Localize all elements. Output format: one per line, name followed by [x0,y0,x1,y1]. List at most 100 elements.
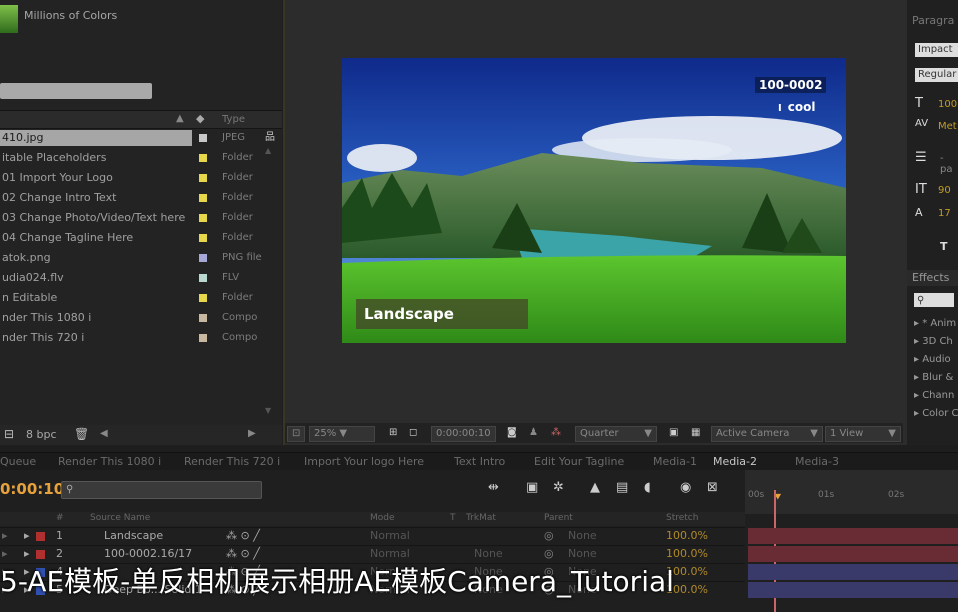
faux-bold-icon[interactable]: T [940,240,948,253]
timeline-tab[interactable]: Media-1 [653,455,697,468]
timeline-timecode[interactable]: 0:00:10 [0,480,64,498]
comp-mini-flowchart-icon[interactable]: ⇹ [488,480,499,495]
always-preview-icon[interactable]: ⊡ [287,426,306,442]
label-color-swatch[interactable] [199,234,207,242]
show-snapshot-icon[interactable]: ♟ [525,426,542,440]
vertical-scale-value[interactable]: 90 [938,185,951,196]
live-update-icon[interactable]: ▣ [526,480,538,495]
scroll-up-arrow-icon[interactable]: ▲ [265,146,271,155]
label-color-swatch[interactable] [199,274,207,282]
font-style-select[interactable]: Regular [915,68,958,82]
stroke-option[interactable]: - pa [940,153,958,175]
view-layout-select[interactable]: 1 View ▼ [825,426,901,442]
layer-row[interactable]: ▸ ▸ 1 Landscape ⁂ ⊙ ╱ Normal ◎ None 100.0% [0,527,745,546]
kerning-value[interactable]: Met [938,121,957,132]
effects-category[interactable]: ▸ Chann [914,390,954,401]
column-source-name[interactable]: Source Name [90,513,150,523]
channels-icon[interactable]: ⁂ [547,426,565,440]
project-item[interactable]: 03 Change Photo/Video/Text here Folder [0,208,282,228]
layer-stretch[interactable]: 100.0% [666,529,708,542]
project-item[interactable]: n Editable Folder [0,288,282,308]
mask-visibility-icon[interactable]: ◻ [405,426,421,440]
graph-editor-icon[interactable]: ◉ [680,480,691,495]
pickwhip-icon[interactable]: ◎ [544,547,554,560]
font-family-select[interactable]: Impact [915,43,958,57]
timeline-tab[interactable]: Text Intro [454,455,505,468]
brainstorm-icon[interactable]: ⊠ [707,480,718,495]
layer-name[interactable]: 100-0002.16/17 [104,547,192,560]
column-type[interactable]: Type [222,114,245,125]
trash-icon[interactable]: 🗑 [74,427,89,441]
sort-arrow-icon[interactable]: ▲ [176,113,184,124]
timeline-tab[interactable]: Render This 1080 i [58,455,161,468]
timeline-tab[interactable]: Edit Your Tagline [534,455,624,468]
layer-trkmat[interactable]: None [474,547,503,560]
font-size-value[interactable]: 100 [938,99,957,110]
layer-name[interactable]: Landscape [104,529,163,542]
effects-category[interactable]: ▸ * Anim [914,318,956,329]
label-color-swatch[interactable] [199,294,207,302]
project-search-input[interactable] [0,83,152,99]
pickwhip-icon[interactable]: ◎ [544,529,554,542]
column-mode[interactable]: Mode [370,513,395,523]
resolution-select[interactable]: Quarter ▼ [575,426,657,442]
expand-layer-icon[interactable]: ▸ [24,529,30,542]
shy-switch-icon[interactable]: ⁂ ⊙ ╱ [226,529,260,542]
scroll-left-arrow-icon[interactable]: ◀ [100,428,108,439]
current-time-display[interactable]: 0:00:00:10 [431,426,496,442]
label-color-swatch[interactable] [199,334,207,342]
frame-blending-icon[interactable]: ▤ [616,480,628,495]
layer-mode[interactable]: Normal [370,547,410,560]
transparency-grid-icon[interactable]: ▦ [687,426,704,440]
region-of-interest-icon[interactable]: ▣ [665,426,682,440]
eye-icon[interactable]: ▸ [2,529,8,542]
column-parent[interactable]: Parent [544,513,573,523]
project-item[interactable]: atok.png PNG file [0,248,282,268]
interpret-footage-icon[interactable]: ⊟ [4,427,14,441]
timeline-search-input[interactable]: ⚲ [61,481,262,499]
layer-parent[interactable]: None [568,547,597,560]
timeline-tab[interactable]: Import Your logo Here [304,455,424,468]
effects-category[interactable]: ▸ 3D Ch [914,336,953,347]
magnification-select[interactable]: 25% ▼ [309,426,375,442]
layer-label-swatch[interactable] [36,532,45,541]
expand-layer-icon[interactable]: ▸ [24,547,30,560]
motion-blur-icon[interactable]: ◖ [644,480,651,495]
timeline-tab[interactable]: Media-3 [795,455,839,468]
hide-shy-layers-icon[interactable]: ▲ [590,480,600,495]
layer-parent[interactable]: None [568,529,597,542]
bit-depth-button[interactable]: 8 bpc [26,428,57,441]
label-color-swatch[interactable] [199,314,207,322]
baseline-shift-value[interactable]: 17 [938,208,951,219]
snapshot-icon[interactable]: ◙ [503,426,521,440]
draft-3d-icon[interactable]: ✲ [553,480,564,495]
effects-category[interactable]: ▸ Color C [914,408,958,419]
timeline-tab[interactable]: Queue [0,455,36,468]
project-item[interactable]: 02 Change Intro Text Folder [0,188,282,208]
paragraph-tab[interactable]: Paragra [912,14,954,27]
label-color-swatch[interactable] [199,214,207,222]
timeline-tab[interactable]: Media-2 [713,455,757,468]
layer-stretch[interactable]: 100.0% [666,547,708,560]
layer-mode[interactable]: Normal [370,529,410,542]
layer-duration-bar[interactable] [748,528,958,544]
scroll-down-arrow-icon[interactable]: ▼ [265,406,271,415]
column-trkmat[interactable]: TrkMat [466,513,496,523]
project-item[interactable]: nder This 720 i Compo [0,328,282,348]
column-stretch[interactable]: Stretch [666,513,698,523]
shy-switch-icon[interactable]: ⁂ ⊙ ╱ [226,547,260,560]
effects-category[interactable]: ▸ Blur & [914,372,953,383]
project-scrollbar[interactable]: 品 ▲ ▼ [263,128,277,415]
effects-panel-title[interactable]: Effects [907,270,958,286]
project-item[interactable]: 01 Import Your Logo Folder [0,168,282,188]
effects-category[interactable]: ▸ Audio [914,354,951,365]
effects-search-input[interactable]: ⚲ [914,293,954,307]
project-item[interactable]: itable Placeholders Folder [0,148,282,168]
scroll-right-arrow-icon[interactable]: ▶ [248,428,256,439]
label-color-swatch[interactable] [199,154,207,162]
label-color-swatch[interactable] [199,194,207,202]
project-item[interactable]: 410.jpg JPEG [0,128,282,148]
eye-icon[interactable]: ▸ [2,547,8,560]
camera-select[interactable]: Active Camera ▼ [711,426,823,442]
label-color-swatch[interactable] [199,174,207,182]
